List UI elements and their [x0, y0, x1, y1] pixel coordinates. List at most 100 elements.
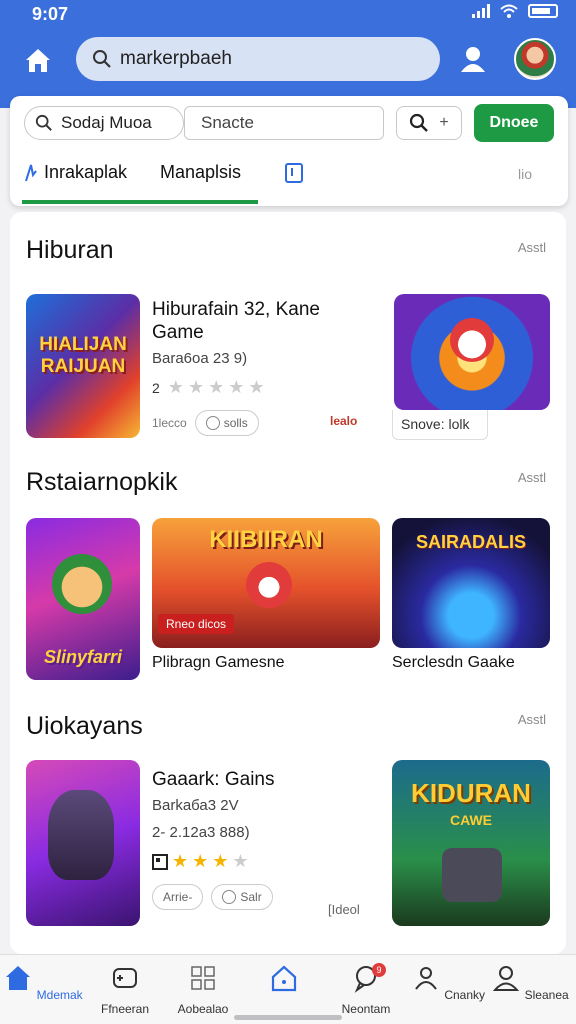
action-chip-2[interactable]: solls — [194, 410, 259, 436]
pulse-icon — [25, 164, 37, 181]
thumbnail-title: KIDURAN — [411, 778, 531, 808]
nav-item-home[interactable]: Mdemak — [3, 963, 83, 1002]
star-icon: ★ — [172, 851, 189, 871]
game-thumbnail[interactable]: HIALIJAN RAIJUAN — [26, 294, 140, 438]
plus-icon[interactable]: + — [439, 114, 448, 132]
grid-icon — [191, 966, 215, 990]
character-art — [442, 848, 502, 902]
person-icon — [493, 966, 520, 991]
featured-game-info: Gaaark: Gains Barkaба3 2V 2- 2.12а3 888)… — [152, 768, 382, 910]
rating-count: 2 — [152, 379, 160, 396]
game-thumbnail[interactable]: SAIRADALIS — [392, 518, 550, 648]
section-title-rstaiarnopkik: Rstaiarnopkik — [26, 468, 178, 496]
nav-label: Mdemak — [36, 988, 83, 1002]
nav-label: Neontam — [341, 1002, 391, 1016]
side-game-thumbnail[interactable] — [394, 294, 550, 410]
signal-icon — [472, 4, 490, 18]
search-icon[interactable] — [409, 113, 429, 133]
tab-more[interactable]: lio — [518, 166, 532, 182]
tab-label: Inrakaplak — [44, 162, 128, 182]
thumbnail-title: HIALIJAN RAIJUAN — [39, 334, 127, 377]
action-chip-1[interactable]: Arrie- — [152, 884, 204, 910]
tab-inrakaplak[interactable]: Inrakaplak — [24, 162, 127, 183]
game-price: 2- 2.12а3 888) — [152, 824, 250, 841]
circle-icon — [205, 416, 220, 430]
star-icon: ★ — [167, 377, 184, 397]
filter-search-pill[interactable]: Sodaj Muoa — [24, 106, 184, 140]
people-icon — [415, 967, 437, 990]
game-name[interactable]: Gaaark: Gains — [152, 768, 382, 791]
notification-badge: 9 — [372, 963, 386, 977]
tab-label: Manaplsis — [160, 162, 242, 182]
filter-panel: Sodaj Muoa Snacte + Dnoee Inrakaplak Man… — [10, 96, 568, 206]
star-icon: ★ — [228, 377, 245, 397]
rating-stars: ★ ★ ★ ★ — [152, 851, 382, 872]
home-icon[interactable] — [22, 44, 54, 76]
side-game-caption[interactable]: Snove: lolk — [392, 410, 488, 440]
section-title-uiokayans: Uiokayans — [26, 712, 143, 740]
action-chip-2[interactable]: Salr — [211, 884, 273, 910]
star-icon: ★ — [192, 851, 209, 871]
avatar[interactable] — [514, 38, 556, 80]
search-input[interactable]: markerpbaeh — [120, 48, 232, 70]
status-time: 9:07 — [32, 4, 69, 24]
nav-label: Cnanky — [444, 988, 486, 1002]
nav-item-house[interactable] — [244, 963, 324, 1002]
account-icon[interactable] — [456, 42, 490, 76]
thumbnail-title: Slinyfarri — [43, 647, 123, 667]
thumbnail-tag: Rneo dicos — [158, 614, 235, 634]
tab-bookmark[interactable] — [284, 162, 304, 184]
nav-item-apps[interactable]: Aobealao — [163, 963, 243, 1016]
nav-item-notifications[interactable]: 9 Neontam — [326, 963, 406, 1016]
tab-manaplsis[interactable]: Manaplsis — [160, 162, 241, 183]
filter-text-field[interactable]: Snacte — [184, 106, 384, 140]
nav-item-profile[interactable]: Sleanea — [490, 963, 570, 1002]
game-name[interactable]: Plibragn Gamesne — [152, 654, 285, 672]
battery-icon — [528, 4, 558, 18]
section-more-link[interactable]: Asstl — [518, 240, 546, 255]
side-game-thumbnail[interactable]: KIDURAN CAWE — [392, 760, 550, 926]
game-subtitle: Barkaба3 2V — [152, 797, 239, 814]
content-card: Hiburan Asstl HIALIJAN RAIJUAN Hiburafai… — [10, 212, 566, 954]
nav-label: Ffneeran — [100, 1002, 150, 1016]
primary-button[interactable]: Dnoee — [474, 104, 554, 142]
nav-item-games[interactable]: Ffneeran — [85, 963, 165, 1016]
action-chip-1[interactable]: 1lecco — [152, 410, 187, 436]
app-header: 9:07 markerpbaeh — [0, 0, 576, 108]
thumbnail-title: KIIBIIRAN — [209, 526, 323, 553]
game-thumbnail[interactable]: KIIBIIRAN Rneo dicos — [152, 518, 380, 648]
game-thumbnail[interactable] — [26, 760, 140, 926]
home-indicator[interactable] — [234, 1015, 342, 1020]
character-art — [52, 554, 112, 614]
search-bar[interactable]: markerpbaeh — [76, 37, 440, 81]
star-icon: ★ — [187, 377, 205, 397]
nav-item-friends[interactable]: Cnanky — [408, 963, 488, 1002]
game-thumbnail[interactable]: Slinyfarri — [26, 518, 140, 680]
price-tag: lealo — [330, 414, 358, 428]
star-icon: ★ — [248, 377, 265, 397]
section-title-hiburan: Hiburan — [26, 236, 114, 264]
circle-icon — [222, 890, 237, 904]
status-icons — [472, 4, 558, 18]
game-name[interactable]: Serclesdn Gaake — [392, 654, 515, 672]
search-icon — [93, 50, 111, 68]
section-more-link[interactable]: Asstl — [518, 470, 546, 485]
star-icon: ★ — [232, 851, 249, 871]
tab-bar: Inrakaplak Manaplsis lio — [10, 150, 568, 206]
gamepad-icon — [113, 968, 137, 988]
active-tab-indicator — [22, 200, 258, 204]
status-bar: 9:07 — [0, 0, 576, 28]
star-icon: ★ — [208, 377, 225, 397]
filter-tools[interactable]: + — [396, 106, 462, 140]
rating-stars: 2 ★ ★ ★ ★ ★ — [152, 377, 372, 398]
thumbnail-title: SAIRADALIS — [415, 532, 526, 552]
filter-search-label: Sodaj Muoa — [61, 113, 152, 132]
wifi-icon — [500, 4, 518, 18]
star-icon: ★ — [212, 851, 229, 871]
character-art — [450, 318, 494, 362]
house-outline-icon — [271, 965, 297, 992]
section-more-link[interactable]: Asstl — [518, 712, 546, 727]
character-art — [246, 562, 292, 608]
nav-label: Sleanea — [524, 988, 569, 1002]
game-name[interactable]: Hiburafain 32, Kane Game — [152, 298, 372, 344]
